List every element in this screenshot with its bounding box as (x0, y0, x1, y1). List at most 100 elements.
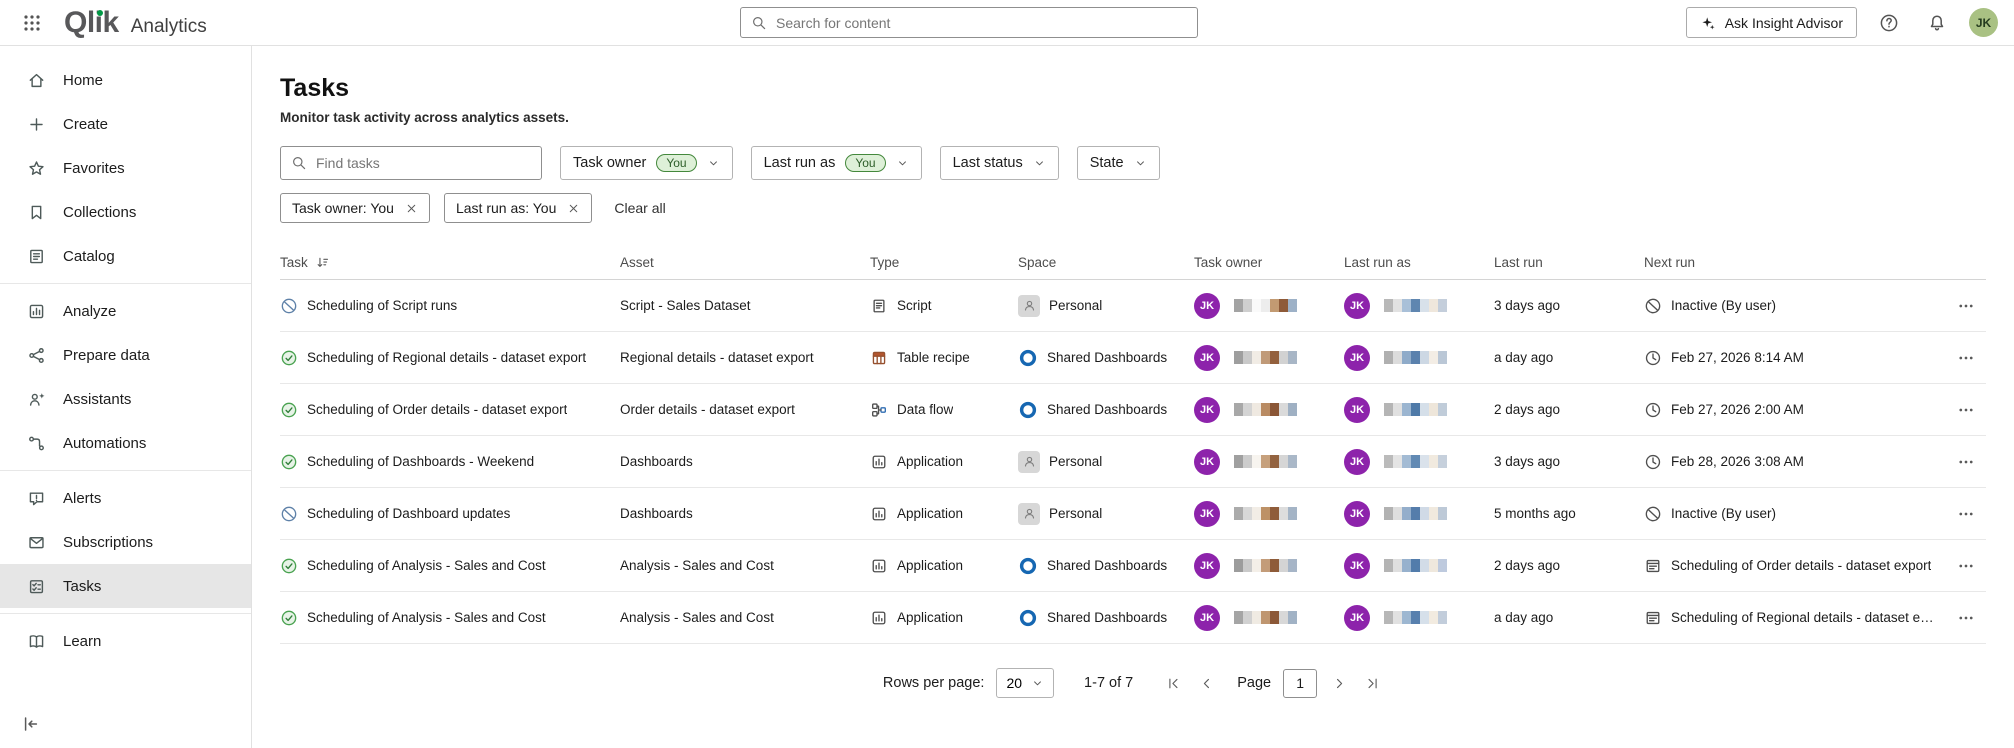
sidebar-item-alerts[interactable]: Alerts (0, 476, 251, 520)
type-label: Application (897, 506, 963, 521)
more-options-button[interactable] (1957, 505, 1975, 523)
task-schedule-icon (1644, 609, 1662, 627)
redacted-block (1438, 299, 1447, 312)
previous-page-button[interactable] (1196, 676, 1217, 691)
first-page-button[interactable] (1163, 676, 1184, 691)
filter-dropdown-label: Last status (953, 155, 1023, 171)
ask-insight-advisor-button[interactable]: Ask Insight Advisor (1686, 7, 1857, 38)
filter-dropdown-last-run-as[interactable]: Last run asYou (751, 146, 922, 180)
more-options-button[interactable] (1957, 349, 1975, 367)
column-header-label: Task (280, 255, 308, 270)
global-search[interactable] (740, 7, 1198, 38)
last-run-value: 2 days ago (1494, 558, 1560, 573)
sidebar-item-analyze[interactable]: Analyze (0, 289, 251, 333)
column-header-space[interactable]: Space (1018, 255, 1194, 270)
next-page-button[interactable] (1329, 676, 1350, 691)
find-tasks[interactable] (280, 146, 542, 180)
more-options-button[interactable] (1957, 609, 1975, 627)
more-options-button[interactable] (1957, 453, 1975, 471)
last-page-button[interactable] (1362, 676, 1383, 691)
last-run-value: 3 days ago (1494, 454, 1560, 469)
filter-dropdown-last-status[interactable]: Last status (940, 146, 1059, 180)
help-icon[interactable] (1873, 7, 1905, 39)
sidebar-item-home[interactable]: Home (0, 58, 251, 102)
collapse-sidebar-button[interactable] (21, 714, 41, 734)
redacted-block (1420, 507, 1429, 520)
space-label: Shared Dashboards (1047, 402, 1167, 417)
pagination-range: 1-7 of 7 (1084, 675, 1133, 691)
redacted-block (1243, 299, 1252, 312)
rows-per-page-select[interactable]: 20 (996, 668, 1054, 698)
type-label: Data flow (897, 402, 953, 417)
column-header-next-run[interactable]: Next run (1644, 255, 1946, 270)
redacted-block (1393, 351, 1402, 364)
last-run-as-cell: JK (1344, 501, 1494, 527)
last-run-as-cell: JK (1344, 397, 1494, 423)
column-header-last-run[interactable]: Last run (1494, 255, 1644, 270)
more-options-button[interactable] (1957, 401, 1975, 419)
filter-chips: Task owner: YouLast run as: You (280, 193, 592, 223)
sidebar-item-assistants[interactable]: Assistants (0, 377, 251, 421)
redacted-block (1288, 299, 1297, 312)
you-badge: You (656, 154, 696, 172)
clock-icon (1644, 453, 1662, 471)
more-options-button[interactable] (1957, 557, 1975, 575)
app-launcher-icon[interactable] (16, 7, 48, 39)
redacted-block (1411, 559, 1420, 572)
column-header-task[interactable]: Task (280, 255, 620, 270)
more-options-button[interactable] (1957, 297, 1975, 315)
global-search-input[interactable] (776, 15, 1187, 31)
clear-all-button[interactable]: Clear all (614, 200, 665, 216)
redacted-block (1279, 403, 1288, 416)
owner-avatar: JK (1194, 293, 1220, 319)
task-name: Scheduling of Dashboards - Weekend (307, 454, 534, 469)
row-menu (1946, 609, 1986, 627)
redacted-block (1429, 611, 1438, 624)
redacted-block (1438, 403, 1447, 416)
close-icon[interactable] (405, 202, 418, 215)
sidebar-item-catalog[interactable]: Catalog (0, 234, 251, 278)
redacted-block (1438, 507, 1447, 520)
last-run-value: a day ago (1494, 610, 1553, 625)
table-row[interactable]: Scheduling of Order details - dataset ex… (280, 384, 1986, 436)
find-tasks-input[interactable] (316, 155, 531, 171)
table-row[interactable]: Scheduling of Dashboards - WeekendDashbo… (280, 436, 1986, 488)
task-owner-cell: JK (1194, 345, 1344, 371)
redacted-block (1420, 559, 1429, 572)
redacted-name (1384, 403, 1447, 416)
sidebar-item-favorites[interactable]: Favorites (0, 146, 251, 190)
sidebar-item-collections[interactable]: Collections (0, 190, 251, 234)
redacted-block (1402, 351, 1411, 364)
sidebar-item-automations[interactable]: Automations (0, 421, 251, 465)
filter-dropdown-task-owner[interactable]: Task ownerYou (560, 146, 733, 180)
close-icon[interactable] (567, 202, 580, 215)
table-row[interactable]: Scheduling of Regional details - dataset… (280, 332, 1986, 384)
sidebar-item-learn[interactable]: Learn (0, 619, 251, 663)
filter-dropdown-state[interactable]: State (1077, 146, 1160, 180)
sidebar-item-tasks[interactable]: Tasks (0, 564, 251, 608)
column-header-last-run-as[interactable]: Last run as (1344, 255, 1494, 270)
asset-name: Script - Sales Dataset (620, 298, 751, 313)
redacted-block (1393, 403, 1402, 416)
sidebar-item-create[interactable]: Create (0, 102, 251, 146)
page-number-input[interactable] (1283, 669, 1317, 698)
user-avatar[interactable]: JK (1969, 8, 1998, 37)
redacted-block (1252, 455, 1261, 468)
next-run-value: Inactive (By user) (1671, 298, 1776, 313)
main-content: Tasks Monitor task activity across analy… (252, 46, 2014, 748)
task-cell: Scheduling of Dashboard updates (280, 505, 620, 523)
column-header-asset[interactable]: Asset (620, 255, 870, 270)
notifications-bell-icon[interactable] (1921, 7, 1953, 39)
column-header-task-owner[interactable]: Task owner (1194, 255, 1344, 270)
redacted-block (1411, 455, 1420, 468)
table-row[interactable]: Scheduling of Analysis - Sales and CostA… (280, 592, 1986, 644)
asset-cell: Analysis - Sales and Cost (620, 610, 870, 625)
application-icon (870, 505, 888, 523)
table-row[interactable]: Scheduling of Analysis - Sales and CostA… (280, 540, 1986, 592)
column-header-type[interactable]: Type (870, 255, 1018, 270)
sidebar-item-prepare-data[interactable]: Prepare data (0, 333, 251, 377)
sidebar-item-subscriptions[interactable]: Subscriptions (0, 520, 251, 564)
table-row[interactable]: Scheduling of Dashboard updatesDashboard… (280, 488, 1986, 540)
table-row[interactable]: Scheduling of Script runsScript - Sales … (280, 280, 1986, 332)
task-cell: Scheduling of Dashboards - Weekend (280, 453, 620, 471)
